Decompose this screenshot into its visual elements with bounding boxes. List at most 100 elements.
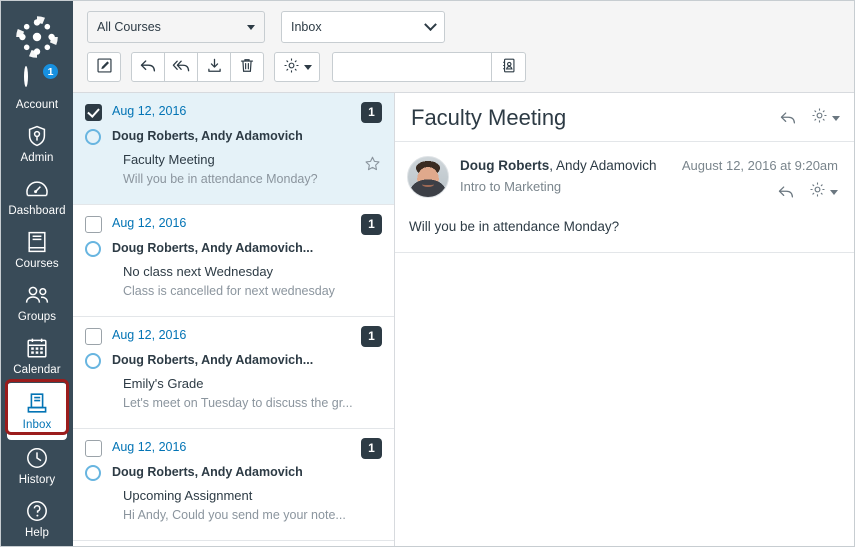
settings-group [274, 52, 320, 82]
conversation-list[interactable]: Aug 12, 2016 1 Doug Roberts, Andy Adamov… [73, 93, 395, 546]
gear-icon [809, 181, 826, 203]
conversation-participants: Doug Roberts, Andy Adamovich [112, 465, 303, 479]
delete-button[interactable] [230, 52, 264, 82]
message-timestamp: August 12, 2016 at 9:20am [681, 158, 838, 173]
sidebar-label-admin: Admin [20, 152, 54, 164]
conversation-preview: Will you be in attendance Monday? [123, 172, 318, 186]
chevron-down-icon [424, 17, 437, 31]
sidebar-label-help: Help [24, 527, 50, 539]
sidebar-label-courses: Courses [15, 258, 59, 270]
conversation-date: Aug 12, 2016 [112, 104, 187, 118]
message-count-badge: 1 [361, 438, 382, 459]
conversation-date: Aug 12, 2016 [112, 328, 187, 342]
canvas-inbox-app: 1 Account Admin Dashboard Courses Groups… [0, 0, 855, 547]
sidebar-item-dashboard[interactable]: Dashboard [1, 171, 73, 224]
sidebar-item-help[interactable]: Help [1, 493, 73, 546]
unread-toggle[interactable] [85, 465, 101, 481]
sidebar-item-account[interactable]: 1 Account [1, 63, 73, 118]
compose-button[interactable] [87, 52, 121, 82]
sidebar-item-calendar[interactable]: Calendar [1, 330, 73, 383]
canvas-logo[interactable] [9, 13, 65, 61]
message-count-badge: 1 [361, 326, 382, 347]
account-badge: 1 [42, 63, 59, 80]
archive-button[interactable] [197, 52, 231, 82]
reply-all-icon [172, 58, 191, 77]
gauge-icon [24, 176, 50, 202]
sidebar-item-inbox[interactable]: Inbox [7, 383, 67, 440]
sidebar-item-groups[interactable]: Groups [1, 277, 73, 330]
question-circle-icon [24, 498, 50, 524]
conversation-row[interactable]: Aug 12, 2016 1 Doug Roberts, Andy Adamov… [73, 93, 394, 205]
sidebar-label-account: Account [15, 99, 59, 111]
message-count-badge: 1 [361, 102, 382, 123]
chevron-down-icon [830, 189, 838, 195]
message-detail-pane: Faculty Meeting Doug Roberts, Andy Adamo… [395, 93, 854, 546]
reply-button[interactable] [131, 52, 165, 82]
message-course: Intro to Marketing [460, 179, 562, 194]
conversation-checkbox[interactable] [85, 216, 102, 233]
settings-button[interactable] [809, 181, 838, 203]
gear-icon [811, 107, 828, 129]
message-author: Doug Roberts, Andy Adamovich [460, 156, 672, 175]
settings-button[interactable] [811, 107, 840, 129]
sidebar-label-inbox: Inbox [22, 419, 52, 431]
conversation-subject: Upcoming Assignment [123, 488, 253, 503]
sidebar-item-history[interactable]: History [1, 440, 73, 493]
scope-filter-select[interactable]: Inbox [281, 11, 445, 43]
conversation-checkbox[interactable] [85, 328, 102, 345]
inbox-body: Aug 12, 2016 1 Doug Roberts, Andy Adamov… [73, 93, 854, 546]
star-icon[interactable] [364, 155, 381, 177]
shield-icon [24, 123, 50, 149]
avatar [407, 156, 449, 198]
reply-all-button[interactable] [164, 52, 198, 82]
message-actions-group [131, 52, 264, 82]
message-body: Will you be in attendance Monday? [409, 219, 620, 234]
search-input[interactable] [332, 52, 492, 82]
course-filter-value: All Courses [97, 20, 161, 34]
reply-icon [139, 58, 157, 77]
unread-toggle[interactable] [85, 241, 101, 257]
action-row [87, 52, 842, 82]
archive-icon [206, 57, 223, 77]
inbox-toolbar: All Courses Inbox [73, 1, 854, 93]
address-book-icon [501, 57, 517, 77]
trash-icon [239, 57, 255, 77]
people-icon [24, 282, 50, 308]
page-title: Faculty Meeting [411, 105, 567, 130]
sidebar-item-courses[interactable]: Courses [1, 224, 73, 277]
calendar-icon [24, 335, 50, 361]
conversation-row[interactable]: Aug 12, 2016 1 Doug Roberts, Andy Adamov… [73, 429, 394, 541]
unread-toggle[interactable] [85, 129, 101, 145]
message-actions [682, 181, 838, 203]
conversation-row[interactable]: Aug 12, 2016 1 Doug Roberts, Andy Adamov… [73, 205, 394, 317]
filter-row: All Courses Inbox [87, 11, 842, 43]
message-author-others: , Andy Adamovich [549, 158, 657, 173]
conversation-preview: Class is cancelled for next wednesday [123, 284, 335, 298]
clock-icon [24, 445, 50, 471]
sidebar-label-dashboard: Dashboard [8, 205, 66, 217]
conversation-participants: Doug Roberts, Andy Adamovich... [112, 353, 314, 367]
chevron-down-icon [832, 115, 840, 121]
settings-button[interactable] [274, 52, 320, 82]
sidebar-label-calendar: Calendar [13, 364, 61, 376]
inbox-icon [24, 390, 50, 416]
conversation-preview: Let's meet on Tuesday to discuss the gr.… [123, 396, 353, 410]
unread-toggle[interactable] [85, 353, 101, 369]
sidebar-item-admin[interactable]: Admin [1, 118, 73, 171]
address-book-button[interactable] [492, 52, 526, 82]
chevron-down-icon [247, 24, 255, 30]
reply-button[interactable] [777, 184, 795, 200]
compose-icon [96, 57, 113, 77]
conversation-checkbox[interactable] [85, 440, 102, 457]
course-filter-select[interactable]: All Courses [87, 11, 265, 43]
detail-header-actions [779, 107, 840, 129]
sidebar-label-groups: Groups [17, 311, 57, 323]
conversation-checkbox[interactable] [85, 104, 102, 121]
detail-header: Faculty Meeting [395, 93, 854, 142]
conversation-subject: Emily's Grade [123, 376, 204, 391]
reply-button[interactable] [779, 110, 797, 126]
message-item: Doug Roberts, Andy Adamovich Intro to Ma… [395, 142, 854, 253]
conversation-row[interactable]: Aug 12, 2016 1 Doug Roberts, Andy Adamov… [73, 317, 394, 429]
conversation-date: Aug 12, 2016 [112, 440, 187, 454]
conversation-subject: Faculty Meeting [123, 152, 215, 167]
